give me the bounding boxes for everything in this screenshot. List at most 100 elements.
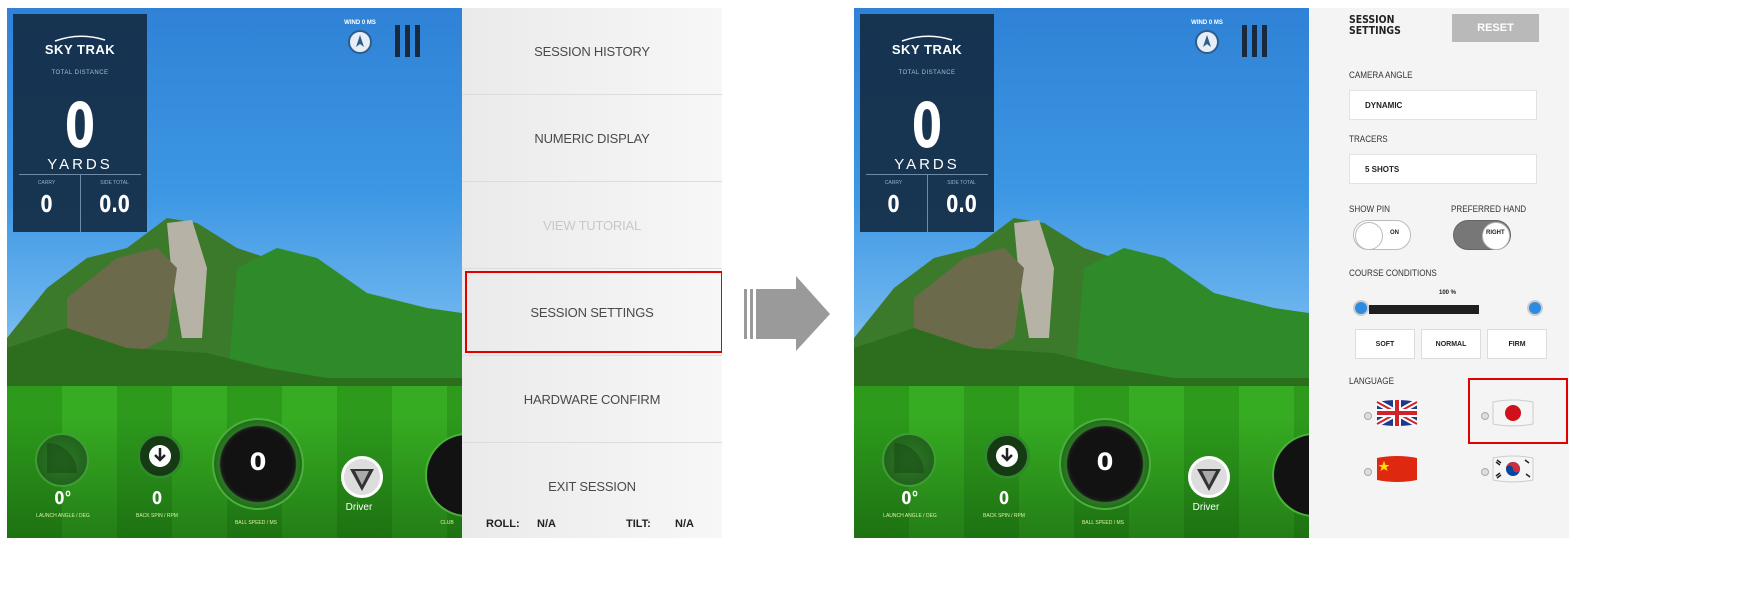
conditions-slider[interactable] <box>1369 305 1479 314</box>
language-label: LANGUAGE <box>1349 376 1395 386</box>
compass-icon-right <box>1195 30 1219 54</box>
menu-item-view-tutorial[interactable]: VIEW TUTORIAL <box>462 182 722 269</box>
show-pin-state: ON <box>1390 230 1399 236</box>
back-spin-label: BACK SPIN / RPM <box>136 513 178 519</box>
tracers-label: TRACERS <box>1349 134 1388 144</box>
reset-button[interactable]: RESET <box>1452 14 1539 42</box>
wind-indicator-right: WIND 0 MS <box>1187 20 1227 54</box>
driver-club-icon[interactable] <box>341 456 383 498</box>
menu-item-hardware-confirm[interactable]: HARDWARE CONFIRM <box>462 356 722 443</box>
left-screenshot: SKY TRAK TOTAL DISTANCE 0 YARDS CARRY 0 … <box>7 8 722 538</box>
carry-cell-right: CARRY 0 <box>860 174 927 232</box>
launch-angle-value-right: 0° <box>901 488 919 509</box>
tilt-label: TILT: <box>626 518 651 530</box>
camera-angle-select[interactable]: DYNAMIC <box>1349 90 1537 120</box>
carry-label: CARRY <box>37 180 56 186</box>
distance-card: SKY TRAK TOTAL DISTANCE 0 YARDS CARRY 0 … <box>13 14 147 232</box>
condition-soft-button[interactable]: SOFT <box>1355 329 1415 359</box>
conditions-percent: 100 % <box>1439 290 1457 296</box>
slider-decrease-icon[interactable] <box>1353 300 1369 316</box>
side-total-cell: SIDE TOTAL 0.0 <box>80 174 148 232</box>
club-readout: Driver <box>329 502 389 513</box>
back-spin-value-right: 0 <box>998 488 1010 509</box>
preferred-hand-toggle[interactable]: RIGHT <box>1453 220 1511 250</box>
ball-speed-value: 0 <box>249 448 267 476</box>
wind-label: WIND 0 MS <box>344 20 376 26</box>
club-name-right: Driver <box>1192 502 1220 513</box>
launch-angle-value: 0° <box>54 488 72 509</box>
wind-indicator: WIND 0 MS <box>340 20 380 54</box>
club-name: Driver <box>345 502 373 513</box>
ball-speed-gauge-right: 0 <box>1059 418 1151 510</box>
carry-cell: CARRY 0 <box>13 174 80 232</box>
total-distance-value-right: 0 <box>911 89 943 162</box>
ball-speed-label-right: BALL SPEED / MS <box>1081 520 1125 526</box>
launch-angle-gauge-icon <box>35 433 89 487</box>
back-spin-gauge-icon-right <box>984 433 1030 479</box>
right-screenshot: SKY TRAK TOTAL DISTANCE 0 YARDS CARRY 0 … <box>854 8 1569 538</box>
transition-arrow-icon <box>744 276 834 356</box>
launch-angle-readout-right: 0° LAUNCH ANGLE / DEG <box>880 488 940 519</box>
wind-label-right: WIND 0 MS <box>1191 20 1223 26</box>
side-total-cell-right: SIDE TOTAL 0.0 <box>927 174 995 232</box>
korea-flag-icon[interactable] <box>1491 454 1535 489</box>
language-radio-korean[interactable] <box>1481 468 1489 476</box>
launch-angle-label-right: LAUNCH ANGLE / DEG <box>883 513 937 519</box>
session-settings-panel: SESSION SETTINGS RESET CAMERA ANGLE DYNA… <box>1309 8 1569 538</box>
roll-value: N/A <box>537 518 556 530</box>
tilt-value: N/A <box>675 518 694 530</box>
course-view: SKY TRAK TOTAL DISTANCE 0 YARDS CARRY 0 … <box>7 8 462 538</box>
menu-bars-icon[interactable] <box>395 25 425 62</box>
skytrak-logo-right: SKY TRAK <box>860 34 994 57</box>
menu-item-exit-session[interactable]: EXIT SESSION <box>462 443 722 529</box>
menu-item-numeric-display[interactable]: NUMERIC DISPLAY <box>462 95 722 182</box>
slider-increase-icon[interactable] <box>1527 300 1543 316</box>
course-conditions-label: COURSE CONDITIONS <box>1349 268 1437 278</box>
condition-normal-button[interactable]: NORMAL <box>1421 329 1481 359</box>
back-spin-value: 0 <box>151 488 163 509</box>
ball-speed-gauge: 0 <box>212 418 304 510</box>
toggle-knob <box>1482 222 1510 250</box>
session-settings-highlight <box>465 271 722 353</box>
side-total-label-right: SIDE TOTAL <box>947 180 976 186</box>
back-spin-readout-right: 0 BACK SPIN / RPM <box>972 488 1036 519</box>
settings-title: SESSION SETTINGS <box>1349 13 1401 37</box>
toggle-knob <box>1355 222 1383 250</box>
course-view-right: SKY TRAK TOTAL DISTANCE 0 YARDS CARRY 0 … <box>854 8 1309 538</box>
carry-value: 0 <box>40 192 53 218</box>
back-spin-gauge-icon <box>137 433 183 479</box>
tracers-select[interactable]: 5 SHOTS <box>1349 154 1537 184</box>
ball-speed-label: BALL SPEED / MS <box>234 520 278 526</box>
launch-angle-readout: 0° LAUNCH ANGLE / DEG <box>33 488 93 519</box>
menu-item-session-history[interactable]: SESSION HISTORY <box>462 8 722 95</box>
carry-value-right: 0 <box>887 192 900 218</box>
side-total-value-right: 0.0 <box>946 192 977 218</box>
condition-firm-button[interactable]: FIRM <box>1487 329 1547 359</box>
china-flag-icon[interactable] <box>1375 454 1419 489</box>
back-spin-label-right: BACK SPIN / RPM <box>983 513 1025 519</box>
uk-flag-icon[interactable] <box>1375 398 1419 433</box>
skytrak-logo: SKY TRAK <box>13 34 147 57</box>
total-distance-value: 0 <box>64 89 96 162</box>
ball-speed-value-right: 0 <box>1096 448 1114 476</box>
club-speed-caption: CLUB <box>432 516 462 526</box>
launch-angle-label: LAUNCH ANGLE / DEG <box>36 513 90 519</box>
compass-icon <box>348 30 372 54</box>
club-readout-right: Driver <box>1176 502 1236 513</box>
total-distance-label: TOTAL DISTANCE <box>51 70 109 76</box>
total-distance-label-right: TOTAL DISTANCE <box>898 70 956 76</box>
carry-label-right: CARRY <box>884 180 903 186</box>
back-spin-readout: 0 BACK SPIN / RPM <box>125 488 189 519</box>
preferred-hand-state: RIGHT <box>1486 230 1505 236</box>
driver-club-icon-right[interactable] <box>1188 456 1230 498</box>
show-pin-toggle[interactable]: ON <box>1353 220 1411 250</box>
language-radio-chinese[interactable] <box>1364 468 1372 476</box>
language-radio-english[interactable] <box>1364 412 1372 420</box>
ball-speed-caption-right: BALL SPEED / MS <box>1073 516 1133 526</box>
roll-label: ROLL: <box>486 518 520 530</box>
side-total-value: 0.0 <box>99 192 130 218</box>
launch-angle-gauge-icon-right <box>882 433 936 487</box>
distance-card-right: SKY TRAK TOTAL DISTANCE 0 YARDS CARRY 0 … <box>860 14 994 232</box>
japanese-language-highlight <box>1468 378 1568 444</box>
menu-bars-icon-right[interactable] <box>1242 25 1272 62</box>
